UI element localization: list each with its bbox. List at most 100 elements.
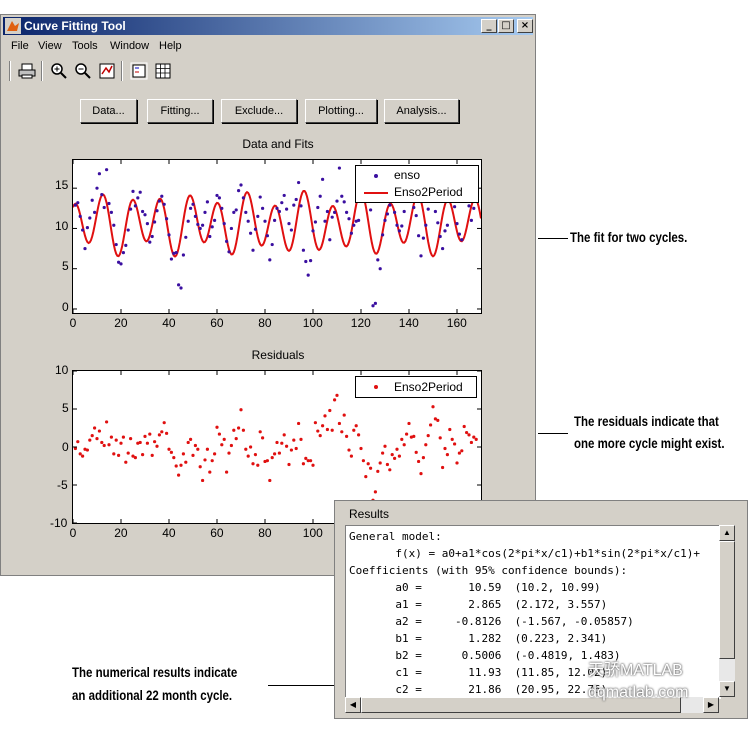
data-point [275,206,279,210]
data-point [321,177,325,181]
data-point [421,236,425,240]
grid-toggle-icon[interactable] [153,61,173,81]
residual-point [273,452,277,456]
residual-point [275,440,279,445]
residual-point [467,433,471,437]
residual-point [429,423,433,427]
fits-x-tick: 40 [162,316,176,330]
data-point [472,206,476,210]
data-point [100,193,104,197]
data-point [258,195,262,199]
data-point [78,214,82,218]
fits-x-tick: 160 [446,316,467,330]
data-point [340,194,344,198]
title-bar[interactable]: Curve Fitting Tool _ □ × [3,17,533,35]
residual-point [186,440,190,445]
data-point [234,208,238,212]
fits-legend[interactable]: enso Enso2Period [355,165,479,203]
data-point [277,209,281,214]
results-line: General model: [349,530,442,543]
plotting-button[interactable]: Plotting... [305,99,377,123]
residuals-x-tick: 60 [210,526,224,540]
menu-tools[interactable]: Tools [72,40,98,52]
data-point [131,189,135,194]
data-point [196,222,200,227]
data-button[interactable]: Data... [80,99,137,123]
data-point [198,226,202,231]
residual-point [109,435,113,439]
data-point [297,180,301,185]
legend-toggle-icon[interactable] [129,61,149,81]
results-line: a0 = 10.59 (10.2, 10.99) [349,581,601,594]
data-point [294,197,298,202]
residual-point [177,473,181,477]
residual-point [426,434,430,438]
residual-point [357,433,361,437]
residual-point [78,452,82,456]
residual-point [277,451,281,455]
residual-point [450,437,454,441]
residual-point [412,434,416,438]
data-point [345,210,349,214]
watermark-line2: dqmatlab.com [588,684,689,701]
residual-point [431,405,435,409]
residual-point [325,427,329,432]
residual-point [417,459,421,464]
scroll-up-arrow-icon[interactable]: ▲ [719,525,735,541]
residual-point [359,446,363,451]
print-icon[interactable] [17,61,37,81]
zoom-out-icon[interactable] [73,61,93,81]
residual-point [107,443,111,447]
residual-point [189,437,193,441]
residual-point [100,440,104,445]
analysis-button[interactable]: Analysis... [384,99,459,123]
residuals-legend[interactable]: Enso2Period [355,376,477,398]
data-point [210,225,214,229]
data-point [253,227,257,231]
residual-point [285,444,289,448]
data-point [304,259,308,264]
fits-plot-title: Data and Fits [242,137,314,151]
data-point [246,219,250,223]
data-point [225,239,229,243]
fits-x-tick: 140 [398,316,419,330]
menu-help[interactable]: Help [159,40,182,52]
menu-file[interactable]: File [11,40,29,52]
residual-point [388,468,392,472]
data-point [105,168,109,172]
residual-point [229,443,233,448]
residual-point [407,421,411,426]
data-point [397,229,401,233]
residuals-x-tick: 100 [302,526,323,540]
maximize-button[interactable]: □ [498,19,514,33]
residual-point [397,454,401,458]
data-point [383,218,387,222]
exclude-button[interactable]: Exclude... [221,99,297,123]
residual-point [330,428,334,432]
data-point [388,203,392,207]
scroll-left-arrow-icon[interactable]: ◀ [345,697,361,713]
fitting-button[interactable]: Fitting... [147,99,213,123]
vertical-scroll-thumb[interactable] [719,541,735,659]
minimize-button[interactable]: _ [481,19,497,33]
axis-limit-icon[interactable] [97,61,117,81]
residual-point [405,432,409,436]
residuals-x-tick: 20 [114,526,128,540]
residual-point [119,441,123,445]
residual-point [376,469,380,473]
data-point [177,283,181,287]
fits-axes[interactable]: enso Enso2Period [72,159,482,314]
close-button[interactable]: × [517,19,533,33]
residual-point [469,440,473,445]
residual-point [105,420,109,424]
data-point [205,200,209,204]
data-point [371,304,375,308]
data-point [145,222,149,226]
zoom-in-icon[interactable] [49,61,69,81]
residual-point [249,445,253,449]
data-point [143,213,147,217]
data-point [193,214,197,218]
menu-view[interactable]: View [38,40,62,52]
menu-window[interactable]: Window [110,40,149,52]
residual-point [85,448,89,452]
